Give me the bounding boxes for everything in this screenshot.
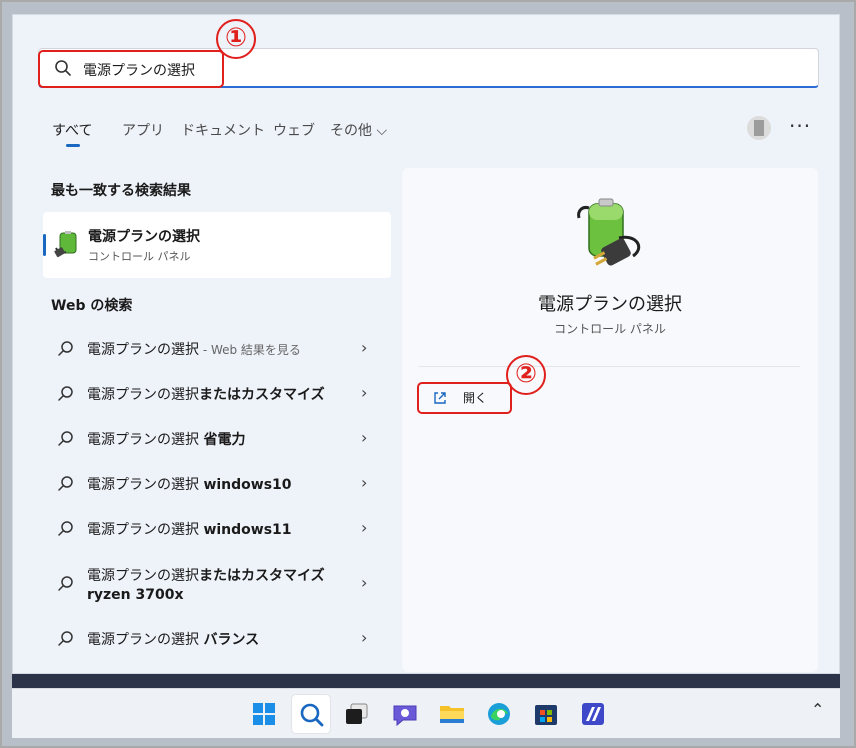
best-match-subtitle: コントロール パネル [88, 250, 191, 263]
desktop-strip [12, 674, 840, 688]
web-item-suffix: - Web 結果を見る [199, 343, 301, 357]
search-icon [58, 521, 73, 536]
tab-apps[interactable]: アプリ [122, 120, 164, 140]
search-icon [58, 631, 73, 646]
more-options-button[interactable]: ··· [789, 114, 811, 138]
tab-more[interactable]: その他 ⌵ [330, 120, 387, 140]
store-icon[interactable] [526, 694, 566, 734]
web-search-item[interactable]: 電源プランの選択 windows10 › [43, 463, 391, 503]
web-search-item[interactable]: 電源プランの選択またはカスタマイズ ryzen 3700x › [43, 556, 391, 608]
taskbar [12, 688, 840, 738]
web-search-heading: Web の検索 [51, 298, 133, 314]
best-match-heading: 最も一致する検索結果 [51, 183, 191, 199]
app-icon[interactable] [573, 694, 613, 734]
web-item-bold: バランス [203, 632, 260, 648]
web-item-text: 電源プランの選択 [87, 568, 199, 584]
best-match-title: 電源プランの選択 [88, 229, 200, 245]
web-item-bold: 省電力 [203, 432, 246, 448]
chevron-right-icon: › [361, 518, 368, 537]
web-search-item[interactable]: 電源プランの選択またはカスタマイズ › [43, 373, 391, 413]
tab-documents[interactable]: ドキュメント [181, 120, 265, 140]
web-item-line2: ryzen 3700x [87, 587, 184, 603]
web-item-text: 電源プランの選択 [87, 632, 204, 648]
chevron-up-icon[interactable]: ⌃ [811, 700, 824, 719]
annotation-number-1: ① [216, 19, 256, 59]
detail-title: 電源プランの選択 [538, 294, 682, 315]
web-item-bold: またはカスタマイズ [199, 387, 325, 403]
annotation-box-1 [38, 50, 224, 88]
web-item-text: 電源プランの選択 [87, 432, 204, 448]
detail-subtitle: コントロール パネル [554, 322, 666, 336]
search-icon [58, 476, 73, 491]
search-icon [58, 341, 73, 356]
chevron-right-icon: › [361, 338, 368, 357]
web-search-item[interactable]: 電源プランの選択 windows11 › [43, 508, 391, 548]
windows-start-icon[interactable] [244, 694, 284, 734]
search-icon [58, 431, 73, 446]
file-explorer-icon[interactable] [432, 694, 472, 734]
web-item-text: 電源プランの選択 [87, 477, 204, 493]
web-item-text: 電源プランの選択 [87, 522, 204, 538]
power-plan-battery-icon [577, 198, 641, 266]
selection-indicator [43, 234, 46, 256]
annotation-number-2: ② [506, 355, 546, 395]
web-item-text: 電源プランの選択 [87, 387, 199, 403]
chat-icon[interactable] [385, 694, 425, 734]
web-search-item[interactable]: 電源プランの選択 省電力 › [43, 418, 391, 458]
search-icon [58, 576, 73, 591]
web-item-bold: windows10 [203, 477, 292, 493]
avatar[interactable] [747, 116, 771, 140]
chevron-right-icon: › [361, 428, 368, 447]
search-icon [58, 386, 73, 401]
chevron-right-icon: › [361, 383, 368, 402]
divider [418, 366, 800, 367]
chevron-right-icon: › [361, 628, 368, 647]
tab-all[interactable]: すべて [52, 120, 92, 140]
chevron-right-icon: › [361, 573, 368, 592]
web-item-text: 電源プランの選択 [87, 342, 199, 358]
chevron-right-icon: › [361, 473, 368, 492]
annotation-box-2 [417, 382, 512, 414]
web-item-bold: windows11 [203, 522, 292, 538]
battery-plug-icon [54, 231, 77, 258]
tab-web[interactable]: ウェブ [273, 120, 315, 140]
task-view-icon[interactable] [338, 694, 378, 734]
taskbar-search-icon[interactable] [291, 694, 331, 734]
web-item-bold: またはカスタマイズ [199, 568, 325, 584]
active-tab-indicator [66, 144, 80, 147]
edge-icon[interactable] [479, 694, 519, 734]
web-search-item[interactable]: 電源プランの選択 バランス › [43, 618, 391, 658]
web-search-item[interactable]: 電源プランの選択 - Web 結果を見る › [43, 328, 391, 368]
